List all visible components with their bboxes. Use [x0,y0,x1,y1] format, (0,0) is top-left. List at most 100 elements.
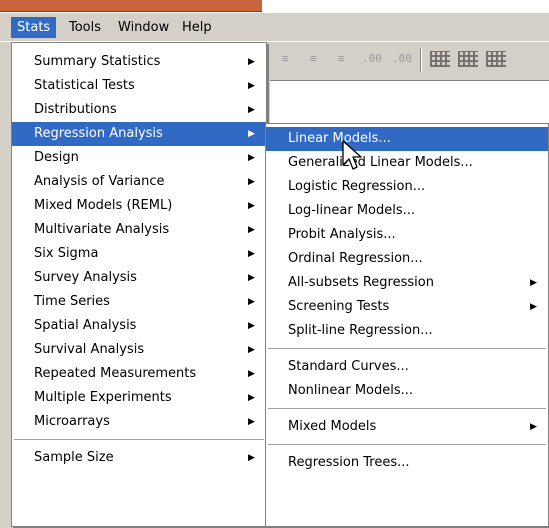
menu-item-multiple-experiments[interactable]: Multiple Experiments ▶ [12,386,266,410]
menu-help[interactable]: Help [176,17,218,38]
menu-item-six-sigma[interactable]: Six Sigma ▶ [12,242,266,266]
menu-item-label: Six Sigma [34,246,99,261]
menu-item-distributions[interactable]: Distributions ▶ [12,98,266,122]
menu-item-label: Multiple Experiments [34,390,172,405]
menu-item-label: Spatial Analysis [34,318,137,333]
menu-item-label: Survival Analysis [34,342,145,357]
menu-item-label: Generalized Linear Models... [288,155,473,170]
submenu-arrow-icon: ▶ [248,225,255,235]
menu-item-statistical-tests[interactable]: Statistical Tests ▶ [12,74,266,98]
menu-item-label: Sample Size [34,450,114,465]
title-accent-bar [0,0,262,12]
submenu-arrow-icon: ▶ [248,393,255,403]
menu-item-standard-curves[interactable]: Standard Curves... [266,355,548,379]
menu-stats[interactable]: Stats [11,17,57,38]
menu-item-label: Log-linear Models... [288,203,416,218]
submenu-arrow-icon: ▶ [248,201,255,211]
submenu-arrow-icon: ▶ [248,297,255,307]
menu-item-label: Design [34,150,79,165]
menu-item-generalized-linear-models[interactable]: Generalized Linear Models... [266,151,548,175]
menu-item-survival-analysis[interactable]: Survival Analysis ▶ [12,338,266,362]
menu-item-design[interactable]: Design ▶ [12,146,266,170]
menu-item-analysis-of-variance[interactable]: Analysis of Variance ▶ [12,170,266,194]
menu-separator [14,439,264,441]
submenu-arrow-icon: ▶ [530,302,537,312]
submenu-arrow-icon: ▶ [530,278,537,288]
menu-item-label: Repeated Measurements [34,366,197,381]
align-right-icon[interactable]: ≡ [304,52,322,66]
menu-item-label: Regression Trees... [288,455,410,470]
submenu-arrow-icon: ▶ [248,129,255,139]
align-right-icon[interactable]: ≡ [332,52,350,66]
menu-item-label: Summary Statistics [34,54,161,69]
menu-item-split-line-regression[interactable]: Split-line Regression... [266,319,548,343]
align-center-icon[interactable]: ≡ [276,52,294,66]
submenu-arrow-icon: ▶ [530,422,537,432]
menu-item-label: Nonlinear Models... [288,383,414,398]
menu-item-label: Statistical Tests [34,78,135,93]
menu-bar: Stats Tools Window Help [0,13,549,42]
menu-item-mixed-models[interactable]: Mixed Models ▶ [266,415,548,439]
toolbar: ≡ ≡ ≡ .00 .00 [270,42,549,78]
submenu-arrow-icon: ▶ [248,417,255,427]
menu-item-label: Distributions [34,102,117,117]
submenu-arrow-icon: ▶ [248,273,255,283]
menu-item-ordinal-regression[interactable]: Ordinal Regression... [266,247,548,271]
menu-item-time-series[interactable]: Time Series ▶ [12,290,266,314]
menu-item-label: Time Series [34,294,110,309]
submenu-arrow-icon: ▶ [248,345,255,355]
table-grid-icon[interactable] [430,51,450,67]
menu-item-label: Analysis of Variance [34,174,165,189]
increase-decimal-icon[interactable]: .00 [362,52,382,66]
submenu-arrow-icon: ▶ [248,177,255,187]
decrease-decimal-icon[interactable]: .00 [392,52,412,66]
menu-item-label: Microarrays [34,414,110,429]
menu-item-linear-models[interactable]: Linear Models... [266,127,548,151]
menu-item-sample-size[interactable]: Sample Size ▶ [12,446,266,470]
menu-item-mixed-models-reml[interactable]: Mixed Models (REML) ▶ [12,194,266,218]
menu-item-label: Screening Tests [288,299,390,314]
submenu-arrow-icon: ▶ [248,321,255,331]
menu-item-summary-statistics[interactable]: Summary Statistics ▶ [12,50,266,74]
submenu-arrow-icon: ▶ [248,249,255,259]
menu-item-log-linear-models[interactable]: Log-linear Models... [266,199,548,223]
menu-item-all-subsets-regression[interactable]: All-subsets Regression ▶ [266,271,548,295]
submenu-arrow-icon: ▶ [248,153,255,163]
menu-item-survey-analysis[interactable]: Survey Analysis ▶ [12,266,266,290]
table-grid-icon[interactable] [458,51,478,67]
menu-separator [268,348,546,350]
menu-item-label: Survey Analysis [34,270,137,285]
menu-item-multivariate-analysis[interactable]: Multivariate Analysis ▶ [12,218,266,242]
menu-item-logistic-regression[interactable]: Logistic Regression... [266,175,548,199]
menu-item-label: Standard Curves... [288,359,409,374]
menu-separator [268,444,546,446]
menu-tools[interactable]: Tools [63,17,107,38]
submenu-arrow-icon: ▶ [248,369,255,379]
menu-item-regression-analysis[interactable]: Regression Analysis ▶ [12,122,266,146]
menu-item-regression-trees[interactable]: Regression Trees... [266,451,548,475]
menu-item-label: Ordinal Regression... [288,251,423,266]
menu-item-label: Regression Analysis [34,126,163,141]
mouse-pointer-icon [342,140,362,170]
toolbar-separator [420,48,422,72]
menu-window[interactable]: Window [112,17,175,38]
table-grid-icon[interactable] [486,51,506,67]
submenu-arrow-icon: ▶ [248,81,255,91]
menu-item-screening-tests[interactable]: Screening Tests ▶ [266,295,548,319]
menu-item-probit-analysis[interactable]: Probit Analysis... [266,223,548,247]
menu-item-spatial-analysis[interactable]: Spatial Analysis ▶ [12,314,266,338]
submenu-arrow-icon: ▶ [248,453,255,463]
menu-item-label: Mixed Models (REML) [34,198,173,213]
menu-item-label: Split-line Regression... [288,323,433,338]
menu-item-label: All-subsets Regression [288,275,434,290]
regression-submenu: Linear Models... Generalized Linear Model… [265,123,549,527]
menu-item-nonlinear-models[interactable]: Nonlinear Models... [266,379,548,403]
submenu-arrow-icon: ▶ [248,57,255,67]
menu-item-repeated-measurements[interactable]: Repeated Measurements ▶ [12,362,266,386]
menu-separator [268,408,546,410]
menu-item-label: Probit Analysis... [288,227,396,242]
menu-item-label: Mixed Models [288,419,377,434]
menu-item-microarrays[interactable]: Microarrays ▶ [12,410,266,434]
submenu-arrow-icon: ▶ [248,105,255,115]
menu-item-label: Multivariate Analysis [34,222,170,237]
